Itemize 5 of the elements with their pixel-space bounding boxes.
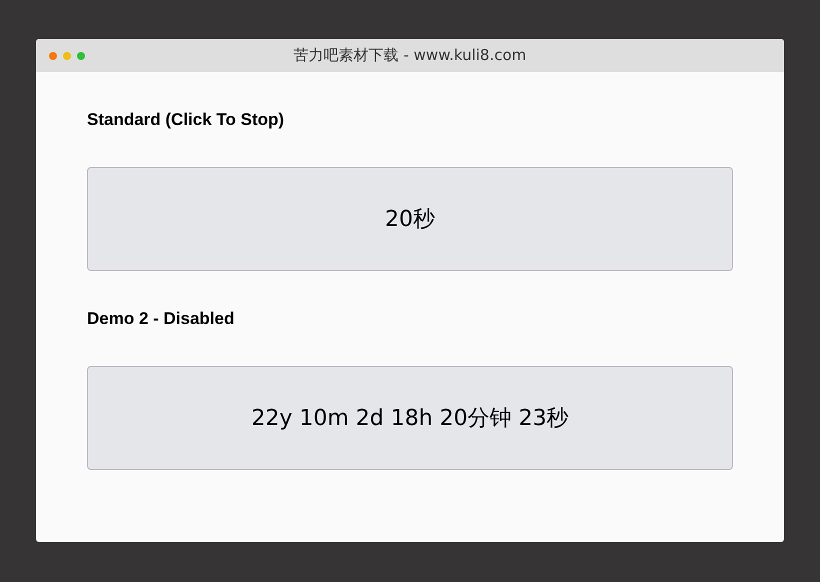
countdown-timer[interactable]: 20秒 (87, 167, 733, 271)
demo-heading: Demo 2 - Disabled (87, 308, 236, 330)
countdown-timer: 22y 10m 2d 18h 20分钟 23秒 (87, 366, 733, 470)
demo-heading: Standard (Click To Stop) (87, 109, 286, 131)
window-title: 苦力吧素材下载 - www.kuli8.com (294, 45, 526, 66)
